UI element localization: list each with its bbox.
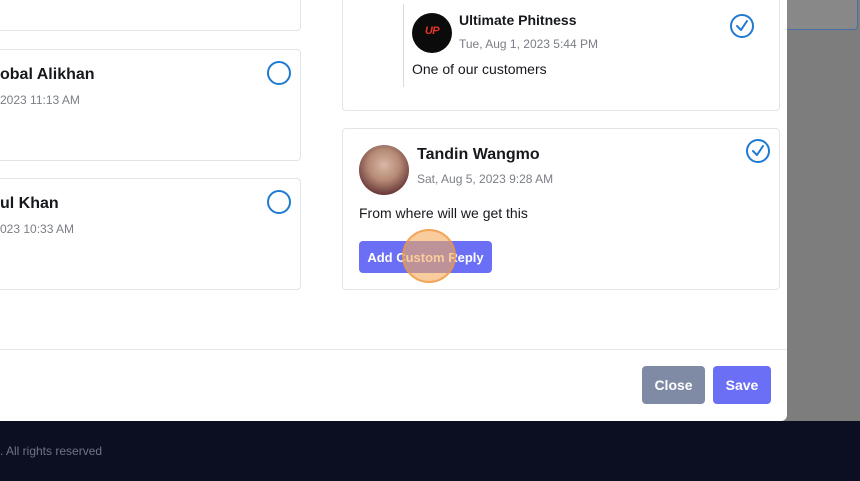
reply-thread-line	[403, 4, 404, 87]
comment-date: 023 10:33 AM	[0, 222, 75, 236]
comment-text: From where will we get this	[359, 205, 528, 221]
select-circle-icon[interactable]	[267, 190, 291, 214]
avatar	[359, 145, 409, 195]
modal-backdrop[interactable]	[787, 0, 860, 422]
commenter-name: Ultimate Phitness	[459, 12, 577, 28]
background-input	[787, 0, 858, 30]
footer-copyright: . All rights reserved	[0, 444, 103, 458]
commenter-name: obal Alikhan	[0, 66, 95, 83]
checked-circle-icon[interactable]	[730, 14, 754, 38]
comments-modal: obal Alikhan 2023 11:13 AM ul Khan 023 1…	[0, 0, 787, 421]
avatar-logo-text: UP	[424, 25, 440, 37]
comment-date: Sat, Aug 5, 2023 9:28 AM	[417, 172, 554, 186]
comment-card	[0, 0, 301, 31]
comment-date: Tue, Aug 1, 2023 5:44 PM	[459, 37, 598, 51]
commenter-name: ul Khan	[0, 195, 59, 212]
page-footer	[0, 421, 860, 481]
checked-circle-icon[interactable]	[746, 139, 770, 163]
avatar: UP	[412, 13, 452, 53]
save-button[interactable]: Save	[713, 366, 771, 404]
close-button[interactable]: Close	[642, 366, 705, 404]
add-custom-reply-button[interactable]: Add Custom Reply	[359, 241, 492, 273]
select-circle-icon[interactable]	[267, 61, 291, 85]
comment-text: One of our customers	[412, 61, 547, 77]
modal-footer-divider	[0, 349, 787, 350]
commenter-name: Tandin Wangmo	[417, 146, 540, 163]
comment-date: 2023 11:13 AM	[0, 93, 80, 107]
